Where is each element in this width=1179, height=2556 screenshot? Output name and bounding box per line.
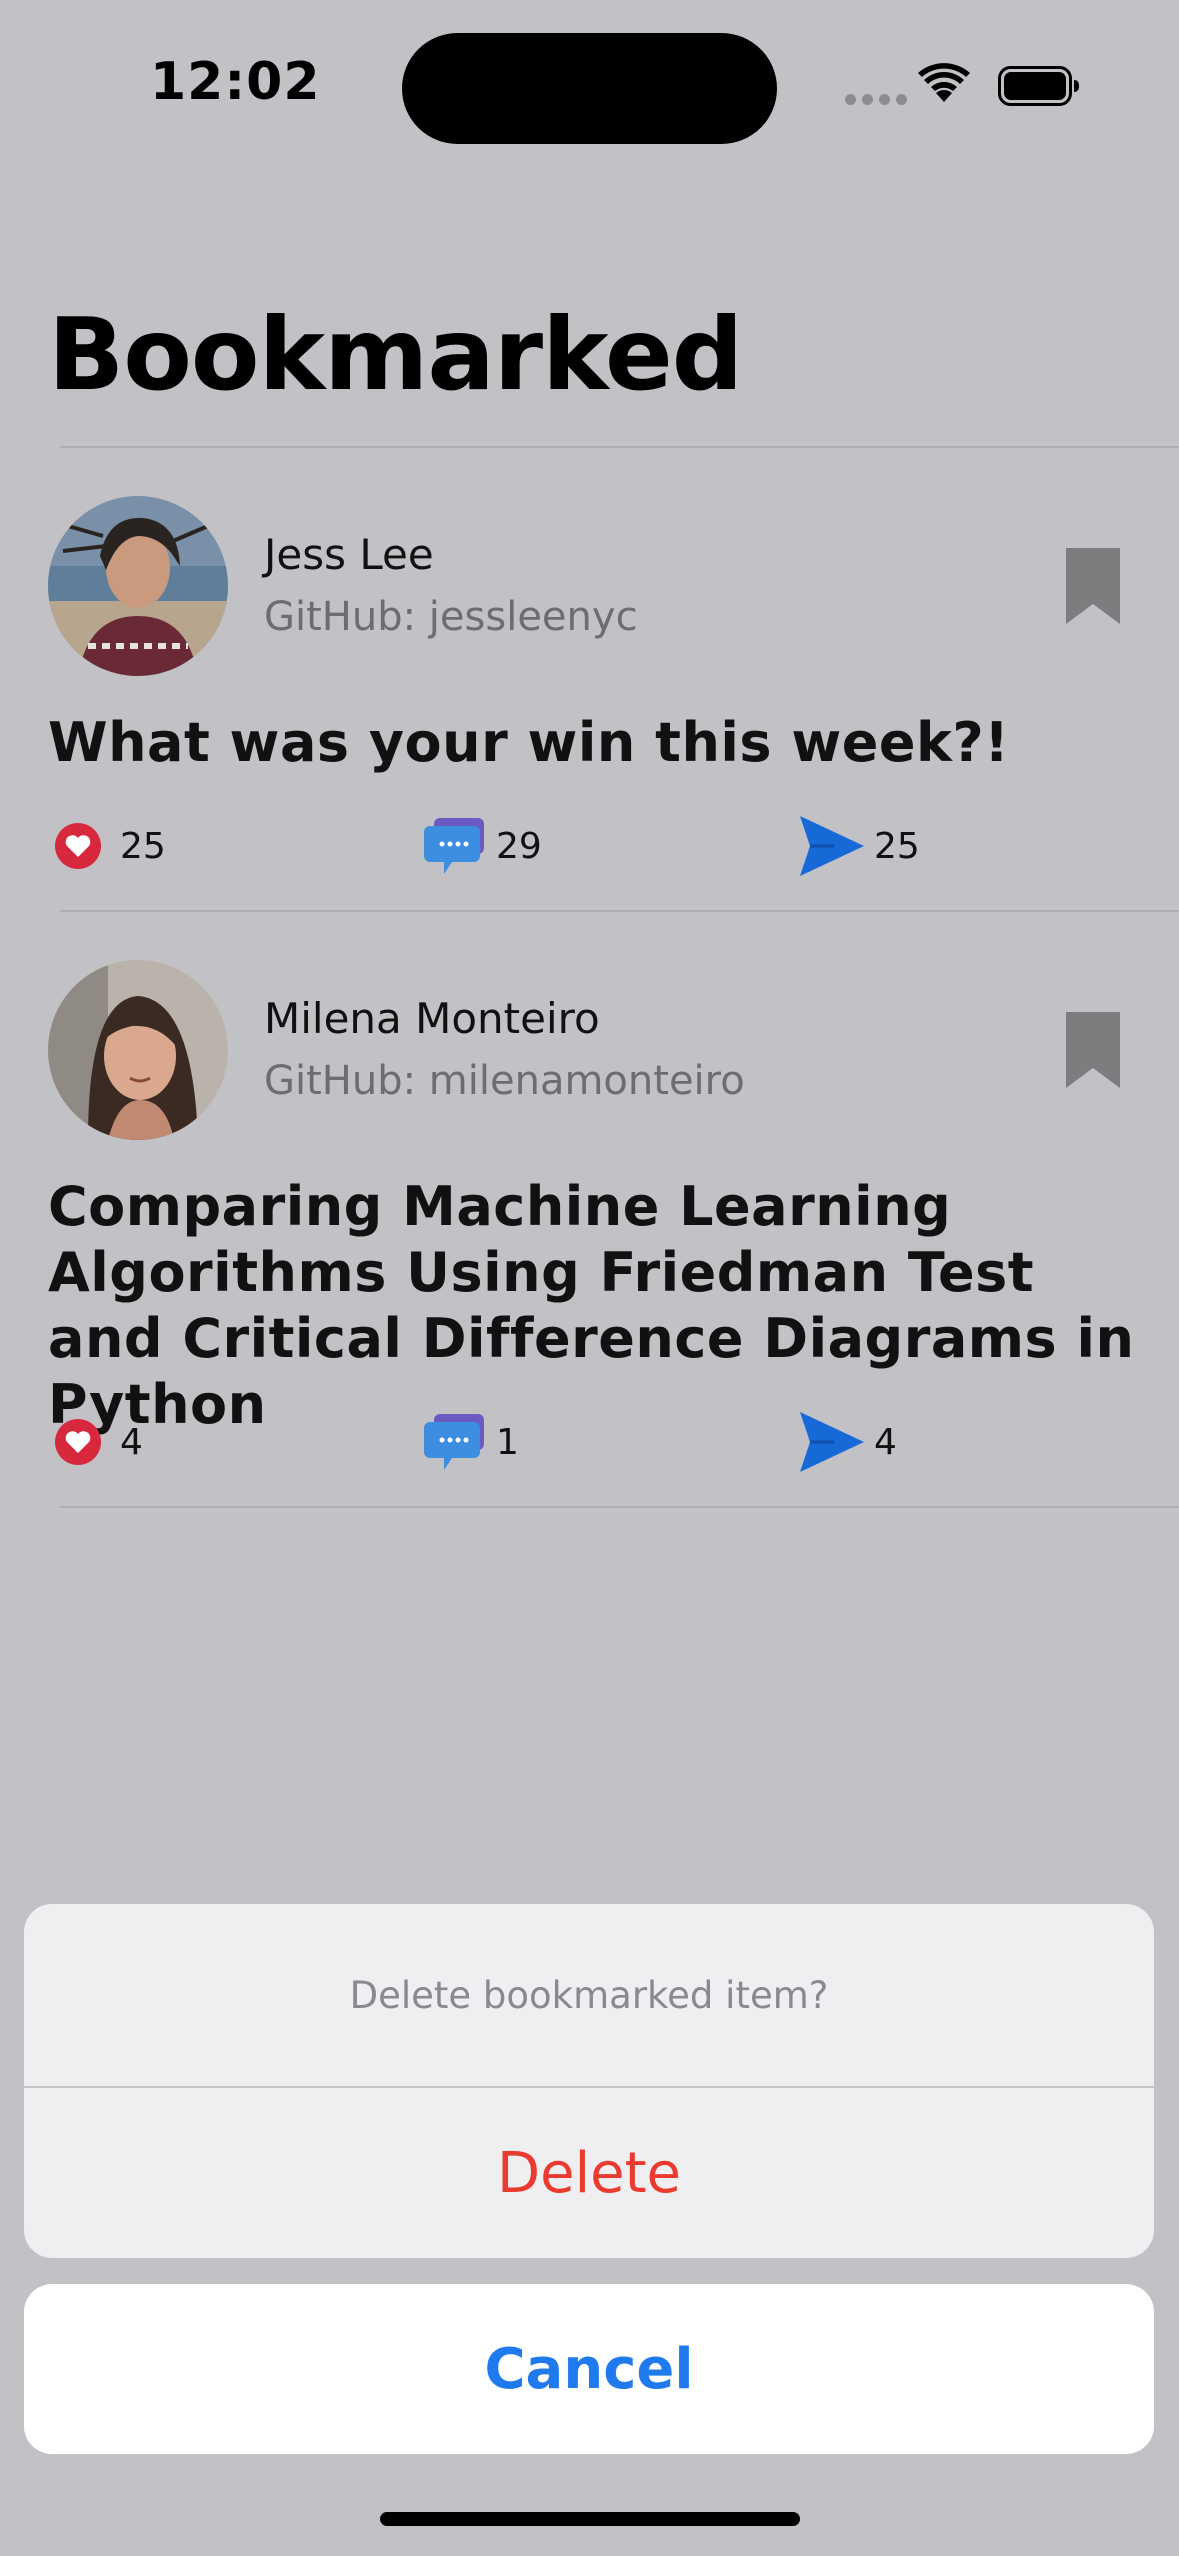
avatar[interactable] <box>48 496 228 676</box>
cellular-signal-icon <box>845 94 907 106</box>
author-name[interactable]: Milena Monteiro <box>264 994 600 1043</box>
heart-icon[interactable] <box>54 822 102 870</box>
comment-count: 29 <box>496 826 542 867</box>
page-title: Bookmarked <box>48 296 743 413</box>
bookmark-card[interactable]: Milena Monteiro GitHub: milenamonteiro C… <box>0 912 1179 1506</box>
comment-icon[interactable] <box>424 818 486 874</box>
comment-count: 1 <box>496 1422 519 1463</box>
comment-icon[interactable] <box>424 1414 486 1470</box>
dynamic-island <box>402 33 777 144</box>
send-icon[interactable] <box>800 816 864 876</box>
bookmark-card[interactable]: Jess Lee GitHub: jessleenyc What was you… <box>0 448 1179 910</box>
send-icon[interactable] <box>800 1412 864 1472</box>
delete-button[interactable]: Delete <box>24 2088 1154 2258</box>
author-github: GitHub: jessleenyc <box>264 594 638 640</box>
author-github: GitHub: milenamonteiro <box>264 1058 745 1104</box>
battery-icon <box>998 66 1079 106</box>
share-count: 4 <box>874 1422 897 1463</box>
bookmark-icon[interactable] <box>1066 1012 1120 1088</box>
divider <box>60 1506 1179 1508</box>
action-sheet-message: Delete bookmarked item? <box>349 1973 829 2017</box>
status-time: 12:02 <box>150 52 321 112</box>
avatar[interactable] <box>48 960 228 1140</box>
wifi-icon <box>918 63 970 102</box>
like-count: 4 <box>120 1422 143 1463</box>
post-title[interactable]: Comparing Machine Learning Algorithms Us… <box>48 1174 1158 1438</box>
share-count: 25 <box>874 826 920 867</box>
bookmark-icon[interactable] <box>1066 548 1120 624</box>
author-name[interactable]: Jess Lee <box>264 530 434 579</box>
cancel-button[interactable]: Cancel <box>24 2284 1154 2454</box>
like-count: 25 <box>120 826 166 867</box>
action-sheet: Delete bookmarked item? Delete <box>24 1904 1154 2258</box>
post-title[interactable]: What was your win this week?! <box>48 710 1158 776</box>
heart-icon[interactable] <box>54 1418 102 1466</box>
home-indicator[interactable] <box>380 2512 800 2526</box>
status-bar: 12:02 <box>0 0 1179 170</box>
